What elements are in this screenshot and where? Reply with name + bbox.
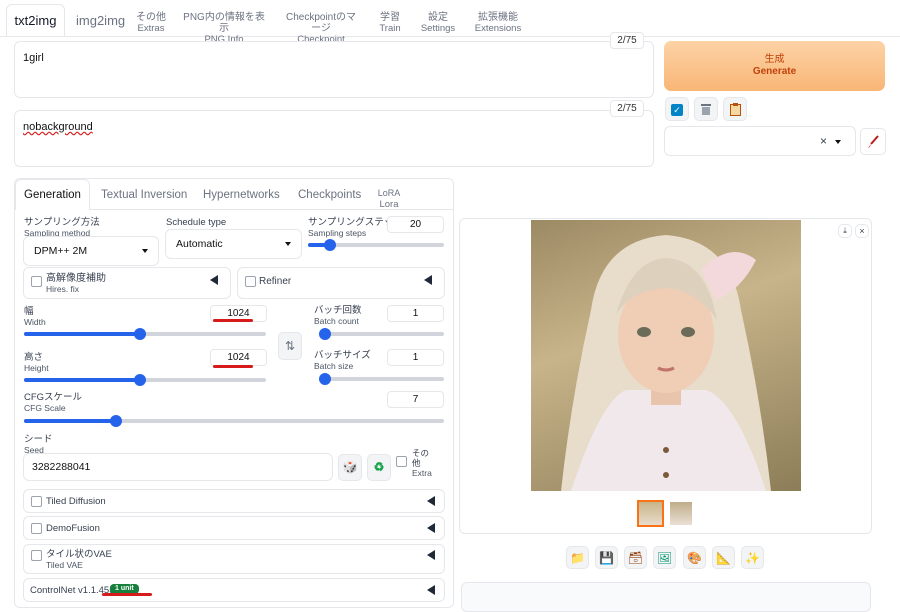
height-label: 高さ Height <box>24 352 49 374</box>
dice-icon[interactable]: 🎲 <box>338 454 362 481</box>
trash-icon[interactable] <box>694 97 718 121</box>
sampling-method-select[interactable]: DPM++ 2M <box>23 236 159 266</box>
styles-clear-icon[interactable]: × <box>820 134 827 148</box>
subtab-hypernetworks[interactable]: Hypernetworks <box>203 189 280 201</box>
sampling-steps-input[interactable]: 20 <box>387 216 444 233</box>
tiled-vae-label: タイル状のVAE Tiled VAE <box>46 549 112 571</box>
height-slider[interactable] <box>24 374 266 386</box>
prompt-input[interactable]: 1girl <box>14 41 654 98</box>
batch-size-input[interactable]: 1 <box>387 349 444 366</box>
thumbnail[interactable] <box>670 502 692 525</box>
cfg-scale-slider[interactable] <box>24 415 444 427</box>
schedule-type-label: Schedule type <box>166 217 227 228</box>
generated-image[interactable] <box>531 220 801 491</box>
controlnet-collapse-icon[interactable] <box>427 585 435 595</box>
tab-extensions[interactable]: 拡張機能 Extensions <box>474 12 522 34</box>
prompt-token-counter: 2/75 <box>610 32 644 49</box>
hires-collapse-icon[interactable] <box>210 275 218 285</box>
refiner-collapse-icon[interactable] <box>424 275 432 285</box>
tab-train[interactable]: 学習 Train <box>376 12 404 34</box>
chevron-down-icon[interactable] <box>835 140 841 144</box>
batch-size-label: バッチサイズ Batch size <box>314 350 371 372</box>
info-panel <box>461 582 871 612</box>
subtab-checkpoints[interactable]: Checkpoints <box>298 189 361 201</box>
tab-bar <box>0 36 900 37</box>
tiled-diffusion-accordion[interactable]: Tiled Diffusion <box>23 489 445 513</box>
batch-count-input[interactable]: 1 <box>387 305 444 322</box>
controlnet-accordion[interactable]: ControlNet v1.1.455 1 unit <box>23 578 445 602</box>
checkbox-icon[interactable]: ✓ <box>665 97 689 121</box>
seed-input[interactable]: 3282288041 <box>23 453 333 481</box>
clipboard-icon[interactable] <box>723 97 747 121</box>
tiled-diffusion-collapse-icon[interactable] <box>427 496 435 506</box>
generate-label-jp: 生成 <box>764 54 785 65</box>
batch-size-slider[interactable] <box>319 373 444 385</box>
negative-prompt-text: nobackground <box>23 121 93 133</box>
seed-label: シード Seed <box>24 434 53 456</box>
subtab-lora[interactable]: LoRA Lora <box>375 188 403 210</box>
image-icon[interactable]: 🖼 <box>653 546 676 569</box>
tab-extras[interactable]: その他 Extras <box>134 12 168 34</box>
negative-token-counter: 2/75 <box>610 100 644 117</box>
thumbnail-selected[interactable] <box>637 500 664 527</box>
demofusion-checkbox[interactable] <box>31 523 42 534</box>
controlnet-underline <box>102 593 152 596</box>
brush-icon[interactable] <box>860 128 886 155</box>
subtab-textual-inversion[interactable]: Textual Inversion <box>101 189 187 201</box>
recycle-icon[interactable]: ♻ <box>367 454 391 481</box>
styles-select[interactable]: × <box>664 126 856 156</box>
demofusion-collapse-icon[interactable] <box>427 523 435 533</box>
height-underline <box>213 365 253 368</box>
hires-fix-accordion[interactable]: 高解像度補助 Hires. fix <box>23 267 231 299</box>
extra-label: その他 Extra <box>412 448 432 478</box>
tiled-vae-checkbox[interactable] <box>31 550 42 561</box>
tiled-vae-accordion[interactable]: タイル状のVAE Tiled VAE <box>23 544 445 574</box>
tab-txt2img[interactable]: txt2img <box>6 4 65 36</box>
ruler-icon[interactable]: 📐 <box>712 546 735 569</box>
tab-img2img[interactable]: img2img <box>76 13 125 28</box>
cfg-scale-label: CFGスケール CFG Scale <box>24 392 83 414</box>
download-icon[interactable]: ⤓ <box>838 224 852 238</box>
hires-fix-label: 高解像度補助 Hires. fix <box>46 273 106 295</box>
palette-icon[interactable]: 🎨 <box>683 546 706 569</box>
prompt-text: 1girl <box>23 52 44 64</box>
width-label: 幅 Width <box>24 306 46 328</box>
archive-icon[interactable]: 🗃 <box>624 546 647 569</box>
batch-count-slider[interactable] <box>319 328 444 340</box>
sparkle-icon[interactable]: ✨ <box>741 546 764 569</box>
generate-label-en: Generate <box>752 66 797 77</box>
close-icon[interactable]: × <box>855 224 869 238</box>
demofusion-accordion[interactable]: DemoFusion <box>23 516 445 540</box>
subtab-generation[interactable]: Generation <box>15 179 90 210</box>
tiled-vae-collapse-icon[interactable] <box>427 550 435 560</box>
height-input[interactable]: 1024 <box>210 349 267 366</box>
tiled-diffusion-checkbox[interactable] <box>31 496 42 507</box>
tiled-diffusion-label: Tiled Diffusion <box>46 496 106 507</box>
refiner-accordion[interactable]: Refiner <box>237 267 445 299</box>
tab-settings[interactable]: 設定 Settings <box>420 12 456 34</box>
negative-prompt-input[interactable]: nobackground <box>14 110 654 167</box>
width-underline <box>213 319 253 322</box>
demofusion-label: DemoFusion <box>46 523 100 534</box>
refiner-label: Refiner <box>259 276 292 287</box>
sampling-steps-slider[interactable] <box>308 239 444 251</box>
sampling-method-label: サンプリング方法 Sampling method <box>24 217 100 239</box>
refiner-checkbox[interactable] <box>245 276 256 287</box>
hires-fix-checkbox[interactable] <box>31 276 42 287</box>
extra-checkbox[interactable] <box>396 456 407 467</box>
swap-dimensions-icon[interactable]: ⇅ <box>278 332 302 360</box>
generate-button[interactable]: 生成 Generate <box>664 41 885 91</box>
cfg-scale-input[interactable]: 7 <box>387 391 444 408</box>
width-slider[interactable] <box>24 328 266 340</box>
schedule-type-select[interactable]: Automatic <box>165 229 302 259</box>
save-icon[interactable]: 💾 <box>595 546 618 569</box>
batch-count-label: バッチ回数 Batch count <box>314 305 362 327</box>
folder-icon[interactable]: 📁 <box>566 546 589 569</box>
